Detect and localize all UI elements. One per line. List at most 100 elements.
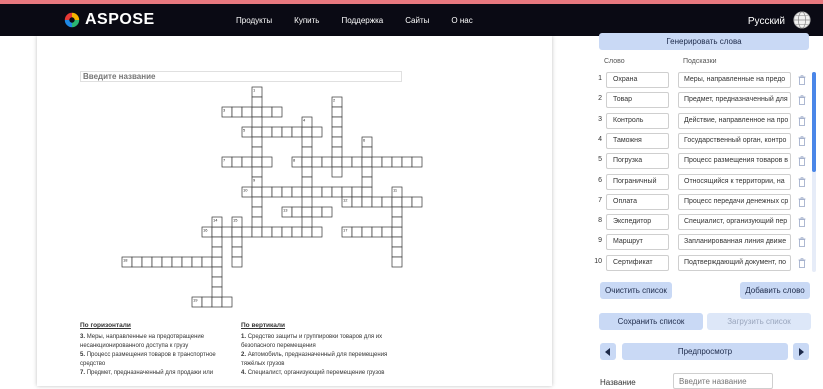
- word-row: 7 Оплата Процесс передачи денежных ср: [590, 193, 815, 210]
- hint-input[interactable]: Подтверждающий документ, по: [678, 254, 791, 271]
- hint-input[interactable]: Предмет, предназначенный для: [678, 92, 791, 109]
- word-list-scrollbar[interactable]: [812, 72, 816, 272]
- hint-input[interactable]: Меры, направленные на предо: [678, 72, 791, 88]
- word-input[interactable]: Контроль: [606, 112, 669, 129]
- grid-cell: [281, 126, 293, 138]
- grid-cell: [211, 256, 223, 268]
- language-selector[interactable]: Русский: [748, 16, 785, 27]
- grid-cell: [381, 196, 393, 208]
- grid-cell: [391, 216, 403, 228]
- grid-cell: [231, 106, 243, 118]
- grid-cell: [271, 186, 283, 198]
- hint-input[interactable]: Специалист, организующий пер: [678, 214, 791, 231]
- grid-cell: [251, 116, 263, 128]
- globe-icon[interactable]: [793, 11, 811, 29]
- grid-cell: [231, 156, 243, 168]
- grid-cell: [171, 256, 183, 268]
- row-number: 10: [594, 257, 602, 265]
- word-input[interactable]: Экспедитор: [606, 214, 669, 231]
- hint-input[interactable]: Относящийся к территории, на: [678, 173, 791, 190]
- grid-cell: [361, 146, 373, 158]
- grid-cell: [291, 186, 303, 198]
- trash-icon[interactable]: [798, 257, 806, 268]
- grid-cell: [251, 96, 263, 108]
- clue-down-item: 4. Специалист, организующий перемещение …: [241, 370, 385, 376]
- prev-page-button[interactable]: [600, 343, 616, 360]
- trash-icon[interactable]: [798, 156, 806, 167]
- generate-words-button[interactable]: Генерировать слова: [599, 33, 809, 50]
- name-input[interactable]: [673, 373, 773, 389]
- grid-cell: [381, 156, 393, 168]
- scrollbar-thumb[interactable]: [812, 72, 816, 172]
- word-list: 1 Охрана Меры, направленные на предо 2 Товар…: [590, 72, 815, 272]
- crossword-grid: 1234567 8910 11121314 1516 171819: [121, 86, 423, 308]
- word-input[interactable]: Сертификат: [606, 254, 669, 271]
- add-word-button[interactable]: Добавить слово: [740, 282, 810, 299]
- clue-across-item: 5. Процесс размещения товаров в транспор…: [80, 352, 216, 367]
- grid-cell: [271, 226, 283, 238]
- row-number: 3: [598, 115, 602, 123]
- grid-cell: [231, 256, 243, 268]
- grid-cell: [231, 236, 243, 248]
- hint-input[interactable]: Процесс размещения товаров в: [678, 153, 791, 170]
- grid-cell: [301, 226, 313, 238]
- load-list-button[interactable]: Загрузить список: [707, 313, 811, 330]
- word-row: 6 Пограничный Относящийся к территории, на: [590, 173, 815, 190]
- trash-icon[interactable]: [798, 115, 806, 126]
- word-input[interactable]: Маршрут: [606, 234, 669, 251]
- grid-cell: [201, 256, 213, 268]
- next-page-button[interactable]: [793, 343, 809, 360]
- word-input[interactable]: Товар: [606, 92, 669, 109]
- grid-cell: [261, 106, 273, 118]
- grid-cell: [321, 206, 333, 218]
- grid-cell: [261, 156, 273, 168]
- row-number: 9: [598, 237, 602, 245]
- nav-products[interactable]: Продукты: [236, 16, 272, 25]
- trash-icon[interactable]: [798, 176, 806, 187]
- grid-cell: [211, 296, 223, 308]
- trash-icon[interactable]: [798, 95, 806, 106]
- clues-down-heading: По вертикали: [241, 322, 286, 329]
- grid-cell: [271, 106, 283, 118]
- grid-cell: [331, 126, 343, 138]
- hint-input[interactable]: Государственный орган, контро: [678, 132, 791, 149]
- nav-support[interactable]: Поддержка: [341, 16, 383, 25]
- word-input[interactable]: Таможня: [606, 132, 669, 149]
- grid-cell: [281, 226, 293, 238]
- hint-input[interactable]: Действие, направленное на про: [678, 112, 791, 129]
- word-row: 10 Сертификат Подтверждающий документ, по: [590, 254, 815, 271]
- nav-sites[interactable]: Сайты: [405, 16, 429, 25]
- aspose-logo[interactable]: ASPOSE: [63, 11, 155, 29]
- grid-cell: [251, 206, 263, 218]
- cell-number: 18: [123, 258, 128, 263]
- grid-cell: [331, 166, 343, 178]
- grid-cell: [211, 246, 223, 258]
- save-list-button[interactable]: Сохранить список: [599, 313, 703, 330]
- logo-text: ASPOSE: [85, 11, 155, 28]
- trash-icon[interactable]: [798, 196, 806, 207]
- grid-cell: [201, 296, 213, 308]
- hint-input[interactable]: Процесс передачи денежных ср: [678, 193, 791, 210]
- word-input[interactable]: Оплата: [606, 193, 669, 210]
- nav-buy[interactable]: Купить: [294, 16, 319, 25]
- grid-cell: [361, 196, 373, 208]
- trash-icon[interactable]: [798, 217, 806, 227]
- word-input[interactable]: Погрузка: [606, 153, 669, 170]
- grid-cell: [251, 106, 263, 118]
- word-input[interactable]: Пограничный: [606, 173, 669, 190]
- trash-icon[interactable]: [798, 136, 806, 146]
- grid-cell: [301, 166, 313, 178]
- grid-cell: [251, 156, 263, 168]
- grid-cell: [221, 296, 233, 308]
- trash-icon[interactable]: [798, 237, 806, 248]
- hint-input[interactable]: Запланированная линия движе: [678, 234, 791, 251]
- trash-icon[interactable]: [798, 75, 806, 85]
- word-row: 8 Экспедитор Специалист, организующий пер: [590, 214, 815, 231]
- preview-button[interactable]: Предпросмотр: [622, 343, 788, 360]
- clear-list-button[interactable]: Очистить список: [600, 282, 672, 299]
- grid-cell: [241, 226, 253, 238]
- word-input[interactable]: Охрана: [606, 72, 669, 88]
- grid-cell: [321, 156, 333, 168]
- nav-about[interactable]: О нас: [451, 16, 472, 25]
- grid-cell: [141, 256, 153, 268]
